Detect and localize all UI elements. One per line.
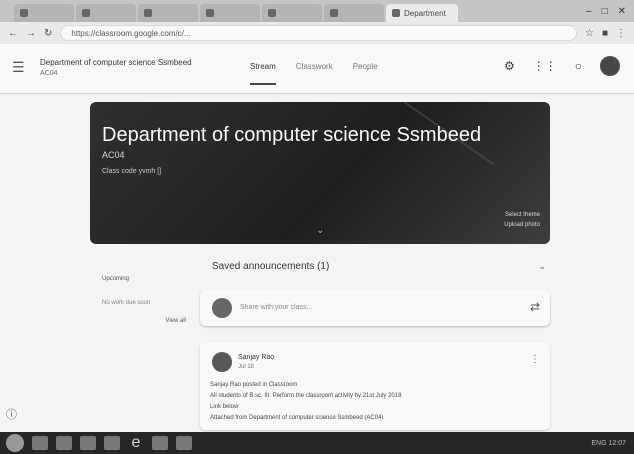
hamburger-menu-icon[interactable]: ☰ xyxy=(12,59,25,76)
forward-icon[interactable]: → xyxy=(26,28,36,39)
avatar[interactable] xyxy=(600,56,620,76)
tab-favicon-icon xyxy=(82,9,90,17)
saved-announcements-label: Saved announcements (1) xyxy=(212,260,330,272)
classroom-header: ☰ Department of computer science Ssmbeed… xyxy=(0,44,634,94)
view-all-link[interactable]: View all xyxy=(165,318,186,324)
chevron-down-icon[interactable]: ⌄ xyxy=(316,225,324,236)
class-title[interactable]: Department of computer science Ssmbeed xyxy=(40,58,192,67)
browser-tab[interactable] xyxy=(76,4,136,22)
classroom-tabs: Stream Classwork People xyxy=(250,62,378,85)
avatar xyxy=(212,352,232,372)
minimize-icon[interactable]: – xyxy=(586,6,592,17)
tab-favicon-icon xyxy=(268,9,276,17)
tab-favicon-icon xyxy=(206,9,214,17)
url-field[interactable]: https://classroom.google.com/c/... xyxy=(60,25,577,41)
post-date: Jul 18 xyxy=(238,364,255,370)
class-section: AC04 xyxy=(40,70,58,77)
post-line: Sanjay Rao posted in Classroom xyxy=(210,382,298,388)
upcoming-panel: Upcoming No work due soon View all xyxy=(96,270,192,330)
os-taskbar: e ENG 12:07 xyxy=(0,432,634,454)
reload-icon[interactable]: ↻ xyxy=(44,28,52,39)
saved-announcements-row[interactable]: Saved announcements (1) ⌄ xyxy=(200,256,550,276)
avatar xyxy=(212,298,232,318)
tab-favicon-icon xyxy=(144,9,152,17)
tab-stream[interactable]: Stream xyxy=(250,62,276,85)
help-icon[interactable]: ⓘ xyxy=(6,406,17,422)
browser-tab[interactable] xyxy=(138,4,198,22)
bookmark-star-icon[interactable]: ☆ xyxy=(585,28,594,39)
upcoming-body: No work due soon xyxy=(102,300,151,306)
tab-people[interactable]: People xyxy=(353,62,378,85)
system-tray[interactable]: ENG 12:07 xyxy=(591,440,634,447)
upload-photo-link[interactable]: Upload photo xyxy=(504,220,540,230)
upcoming-title: Upcoming xyxy=(102,276,130,282)
settings-gear-icon[interactable]: ⚙ xyxy=(504,59,515,73)
extension-icon[interactable]: ■ xyxy=(602,28,608,39)
repost-icon[interactable]: ⇄ xyxy=(530,300,540,314)
taskbar-app-icon[interactable] xyxy=(32,436,48,450)
chevron-down-icon[interactable]: ⌄ xyxy=(538,261,550,272)
banner-title: Department of computer science Ssmbeed xyxy=(102,124,482,146)
taskbar-app-icon[interactable] xyxy=(152,436,168,450)
post-line: All students of B.sc. III: Perform the c… xyxy=(210,393,402,399)
browser-tab-active[interactable]: Department xyxy=(386,4,458,22)
compose-placeholder[interactable]: Share with your class... xyxy=(240,304,312,311)
taskbar-app-icon[interactable] xyxy=(56,436,72,450)
browser-tab-strip: Department – □ ✕ xyxy=(0,0,634,22)
edge-browser-icon[interactable]: e xyxy=(128,435,144,451)
post-author: Sanjay Rao xyxy=(238,354,275,361)
tab-favicon-icon xyxy=(20,9,28,17)
post-line: Link below xyxy=(210,404,239,410)
more-options-icon[interactable]: ⋮ xyxy=(530,354,540,365)
banner-section: AC04 xyxy=(102,150,125,160)
banner-links: Select theme Upload photo xyxy=(504,210,540,230)
tab-favicon-icon xyxy=(392,9,400,17)
browser-tab[interactable] xyxy=(262,4,322,22)
back-icon[interactable]: ← xyxy=(8,28,18,39)
taskbar-app-icon[interactable] xyxy=(104,436,120,450)
window-controls: – □ ✕ xyxy=(586,0,634,22)
announcement-post: Sanjay Rao Jul 18 ⋮ Sanjay Rao posted in… xyxy=(200,342,550,430)
class-code[interactable]: Class code yvmh [] xyxy=(102,168,161,175)
browser-tab[interactable] xyxy=(14,4,74,22)
maximize-icon[interactable]: □ xyxy=(602,6,608,17)
close-icon[interactable]: ✕ xyxy=(618,6,626,17)
post-line[interactable]: Attached from Department of computer sci… xyxy=(210,413,540,424)
class-banner: Department of computer science Ssmbeed A… xyxy=(90,102,550,244)
tab-favicon-icon xyxy=(330,9,338,17)
taskbar-app-icon[interactable] xyxy=(80,436,96,450)
header-actions: ⚙ ⋮⋮ ○ xyxy=(504,56,620,76)
select-theme-link[interactable]: Select theme xyxy=(504,210,540,220)
start-button-icon[interactable] xyxy=(6,434,24,452)
browser-tab[interactable] xyxy=(324,4,384,22)
post-body: Sanjay Rao posted in Classroom All stude… xyxy=(210,380,540,424)
browser-tab[interactable] xyxy=(200,4,260,22)
taskbar-app-icon[interactable] xyxy=(176,436,192,450)
compose-announcement[interactable]: Share with your class... ⇄ xyxy=(200,290,550,326)
browser-address-bar: ← → ↻ https://classroom.google.com/c/...… xyxy=(0,22,634,44)
apps-grid-icon[interactable]: ⋮⋮ xyxy=(533,59,557,73)
tab-classwork[interactable]: Classwork xyxy=(296,62,333,85)
account-circle-icon[interactable]: ○ xyxy=(575,59,582,73)
browser-menu-icon[interactable]: ⋮ xyxy=(616,28,626,39)
